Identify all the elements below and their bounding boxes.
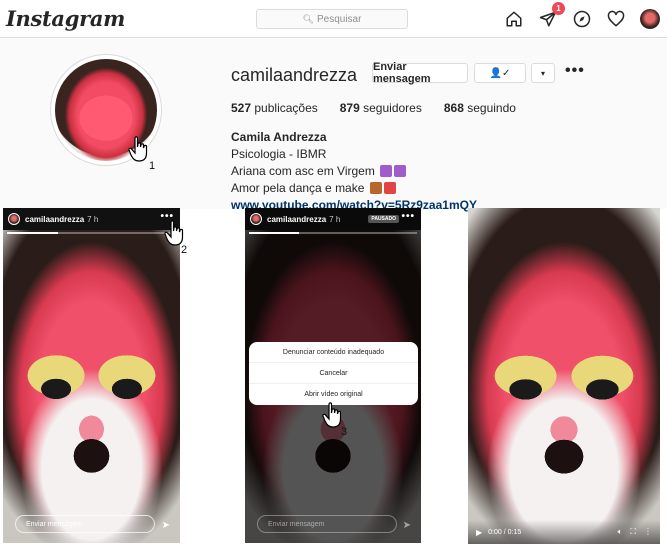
story-time: 7 h [329, 214, 341, 224]
story-panel-2: camilaandrezza 7 h PAUSADO ••• Denunciar… [245, 208, 421, 543]
explore-icon[interactable] [571, 8, 593, 30]
suggestions-caret-button[interactable]: ▾ [531, 63, 555, 83]
search-input[interactable]: 🔍︎ Pesquisar [256, 9, 408, 29]
following-button[interactable]: 👤✓ [474, 63, 526, 83]
hand-cursor-icon [322, 402, 342, 428]
following-stat[interactable]: 868 seguindo [444, 101, 516, 115]
step-2-label: 2 [181, 244, 188, 256]
virgo-emoji-icon [394, 165, 407, 177]
story-options-menu: Denunciar conteúdo inadequado Cancelar A… [249, 342, 418, 405]
profile-bio: Camila Andrezza Psicologia - IBMR Ariana… [231, 129, 477, 214]
profile-avatar-icon[interactable] [639, 8, 661, 30]
instagram-logo[interactable]: Instagram [6, 6, 125, 31]
play-icon[interactable]: ▶ [476, 528, 482, 537]
story-progress-bar [7, 232, 176, 234]
story-username[interactable]: camilaandrezza [25, 215, 84, 224]
top-navigation-bar: Instagram 🔍︎ Pesquisar 1 [0, 0, 667, 38]
step-3-label: 3 [341, 426, 348, 438]
search-placeholder: Pesquisar [316, 13, 362, 25]
story-header: camilaandrezza 7 h PAUSADO ••• [245, 208, 421, 230]
video-player-panel: ▶ 0:00 / 0:15 🔈︎ ⛶ ⋮ [468, 208, 660, 544]
full-name: Camila Andrezza [231, 130, 327, 144]
avatar [250, 213, 262, 225]
story-time: 7 h [87, 214, 99, 224]
hand-cursor-icon [164, 220, 184, 246]
direct-icon[interactable]: 1 [537, 2, 565, 30]
story-reply-input[interactable]: Enviar mensagem [15, 515, 155, 533]
send-icon[interactable]: ➤ [162, 520, 170, 531]
profile-header: camilaandrezza Enviar mensagem 👤✓ ▾ ••• … [0, 39, 667, 212]
profile-username: camilaandrezza [231, 65, 358, 85]
lipstick-emoji-icon [383, 182, 396, 194]
dancers-emoji-icon [369, 182, 382, 194]
avatar [640, 9, 660, 29]
notification-badge: 1 [552, 2, 565, 15]
send-icon[interactable]: ➤ [403, 520, 411, 531]
story-reply-input[interactable]: Enviar mensagem [257, 515, 397, 533]
story-options-icon[interactable]: ••• [401, 211, 415, 222]
followers-stat[interactable]: 879 seguidores [340, 101, 422, 115]
story-header: camilaandrezza 7 h ••• [3, 208, 180, 230]
hand-cursor-icon [128, 136, 148, 162]
send-message-button[interactable]: Enviar mensagem [372, 61, 468, 85]
story-panel-1: camilaandrezza 7 h ••• Enviar mensagem ➤ [3, 208, 180, 543]
bio-line-3: Amor pela dança e make [231, 180, 477, 197]
step-1-label: 1 [149, 160, 156, 172]
more-options-icon[interactable]: ••• [565, 63, 585, 79]
gemini-emoji-icon [380, 165, 393, 177]
video-time: 0:00 / 0:15 [488, 528, 522, 536]
bio-line-1: Psicologia - IBMR [231, 147, 327, 161]
story-username[interactable]: camilaandrezza [267, 215, 326, 224]
bio-line-2: Ariana com asc em Virgem [231, 163, 477, 180]
story-image [3, 208, 180, 543]
volume-icon[interactable]: 🔈︎ [618, 527, 623, 537]
story-progress-bar [249, 232, 417, 234]
report-content-menu-item[interactable]: Denunciar conteúdo inadequado [249, 342, 418, 363]
avatar [8, 213, 20, 225]
activity-heart-icon[interactable] [605, 8, 627, 30]
nav-icons: 1 [503, 2, 661, 30]
page: Instagram 🔍︎ Pesquisar 1 camilaandrezza … [0, 0, 667, 557]
profile-stats: 527 publicações 879 seguidores 868 segui… [231, 101, 516, 115]
more-vertical-icon[interactable]: ⋮ [644, 527, 652, 537]
video-controls: ▶ 0:00 / 0:15 🔈︎ ⛶ ⋮ [468, 520, 660, 544]
cancel-menu-item[interactable]: Cancelar [249, 363, 418, 384]
posts-stat: 527 publicações [231, 101, 318, 115]
paused-badge: PAUSADO [368, 215, 399, 223]
video-frame [468, 208, 660, 544]
search-icon: 🔍︎ [302, 13, 314, 24]
home-icon[interactable] [503, 8, 525, 30]
fullscreen-icon[interactable]: ⛶ [630, 527, 636, 537]
